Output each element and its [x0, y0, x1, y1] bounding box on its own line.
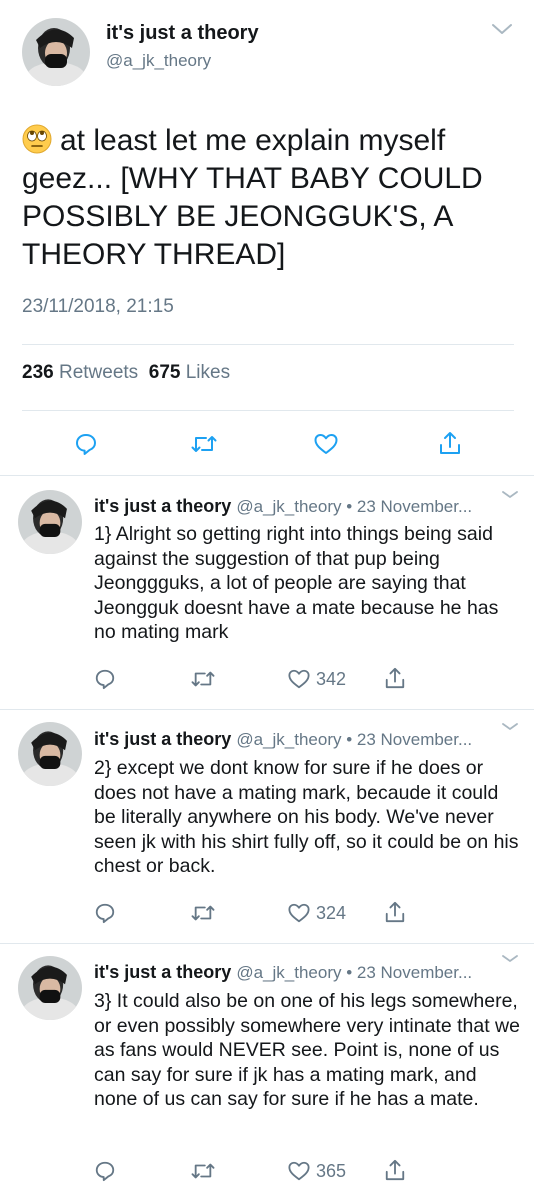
handle-and-date[interactable]: @a_jk_theory • 23 November...	[236, 730, 472, 749]
reply-tweet[interactable]: it's just a theory @a_jk_theory • 23 Nov…	[0, 944, 534, 1200]
display-name[interactable]: it's just a theory	[106, 22, 259, 45]
retweet-icon[interactable]	[190, 432, 218, 456]
tweet-text-content: at least let me explain myself geez... […	[22, 124, 483, 271]
retweet-icon[interactable]	[190, 902, 216, 924]
reply-text: 3} It could also be on one of his legs s…	[94, 990, 520, 1111]
like-button[interactable]: 324	[287, 902, 346, 924]
reply-text: 1} Alright so getting right into things …	[94, 523, 499, 644]
avatar[interactable]	[18, 722, 82, 786]
handle-and-date[interactable]: @a_jk_theory • 23 November...	[236, 497, 472, 516]
reply-header: it's just a theory @a_jk_theory • 23 Nov…	[94, 729, 504, 750]
chevron-down-icon[interactable]	[500, 488, 520, 502]
avatar[interactable]	[18, 956, 82, 1020]
share-icon[interactable]	[438, 430, 462, 456]
like-icon	[288, 1161, 310, 1181]
avatar[interactable]	[22, 18, 90, 86]
chevron-down-icon[interactable]	[490, 20, 514, 40]
like-button[interactable]: 342	[287, 668, 346, 690]
like-count: 342	[316, 668, 347, 689]
display-name[interactable]: it's just a theory	[94, 729, 231, 749]
like-button[interactable]: 365	[287, 1160, 346, 1182]
handle-and-date[interactable]: @a_jk_theory • 23 November...	[236, 963, 472, 982]
share-icon[interactable]	[384, 666, 406, 690]
retweets-count[interactable]: 236	[22, 362, 54, 383]
engagement-stats: 236 Retweets 675 Likes	[22, 362, 230, 384]
like-icon	[288, 903, 310, 923]
likes-count[interactable]: 675	[149, 362, 181, 383]
tweet-text: at least let me explain myself geez... […	[22, 122, 522, 274]
reply-tweet[interactable]: it's just a theory @a_jk_theory • 23 Nov…	[0, 476, 534, 710]
reply-text: 2} except we dont know for sure if he do…	[94, 757, 519, 878]
chevron-down-icon[interactable]	[500, 952, 520, 966]
divider	[22, 410, 514, 411]
like-count: 365	[316, 1160, 347, 1181]
retweets-label[interactable]: Retweets	[59, 362, 138, 383]
timestamp[interactable]: 23/11/2018, 21:15	[22, 296, 174, 318]
reply-icon[interactable]	[94, 1160, 116, 1182]
reply-icon[interactable]	[94, 668, 116, 690]
share-icon[interactable]	[384, 900, 406, 924]
likes-label[interactable]: Likes	[186, 362, 230, 383]
display-name[interactable]: it's just a theory	[94, 496, 231, 516]
like-icon	[288, 669, 310, 689]
like-count: 324	[316, 902, 347, 923]
divider	[22, 344, 514, 345]
tweet-actions	[0, 424, 534, 464]
retweet-icon[interactable]	[190, 668, 216, 690]
like-icon[interactable]	[313, 432, 339, 456]
rolling-eyes-emoji-icon	[22, 124, 52, 154]
reply-tweet[interactable]: it's just a theory @a_jk_theory • 23 Nov…	[0, 710, 534, 944]
reply-icon[interactable]	[74, 432, 98, 456]
display-name[interactable]: it's just a theory	[94, 962, 231, 982]
reply-header: it's just a theory @a_jk_theory • 23 Nov…	[94, 962, 504, 983]
share-icon[interactable]	[384, 1158, 406, 1182]
avatar[interactable]	[18, 490, 82, 554]
reply-icon[interactable]	[94, 902, 116, 924]
main-tweet: it's just a theory @a_jk_theory at least…	[0, 0, 534, 476]
reply-header: it's just a theory @a_jk_theory • 23 Nov…	[94, 496, 504, 517]
retweet-icon[interactable]	[190, 1160, 216, 1182]
handle[interactable]: @a_jk_theory	[106, 51, 211, 71]
chevron-down-icon[interactable]	[500, 720, 520, 734]
